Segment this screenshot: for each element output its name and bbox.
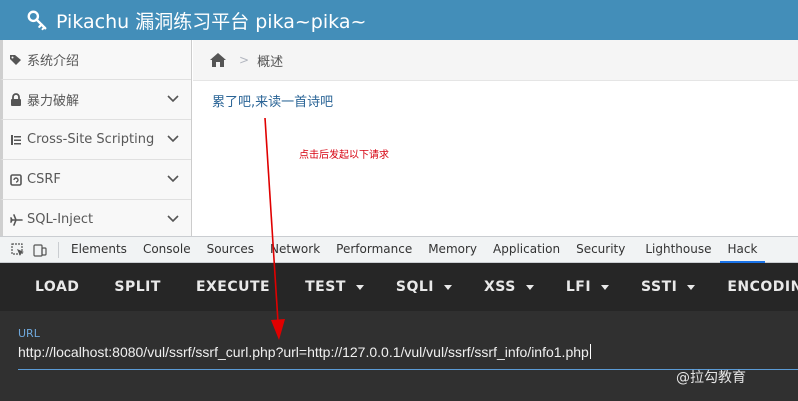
lfi-dropdown[interactable]: LFI bbox=[566, 279, 610, 295]
chevron-down-icon bbox=[167, 135, 179, 143]
caret-down-icon bbox=[355, 284, 364, 290]
refresh-icon bbox=[9, 173, 23, 187]
url-input[interactable]: http://localhost:8080/vul/ssrf/ssrf_curl… bbox=[18, 344, 591, 360]
tags-icon bbox=[9, 53, 23, 67]
screenshot-root: Pikachu 漏洞练习平台 pika~pika~ 系统介绍 暴力破解 Cros… bbox=[0, 0, 798, 401]
split-button[interactable]: SPLIT bbox=[114, 279, 161, 295]
chevron-down-icon bbox=[167, 175, 179, 183]
sidebar-item-bruteforce[interactable]: 暴力破解 bbox=[0, 80, 191, 120]
inspect-element-icon[interactable] bbox=[10, 242, 26, 258]
load-button[interactable]: LOAD bbox=[35, 279, 79, 295]
chevron-down-icon bbox=[167, 215, 179, 223]
tab-performance[interactable]: Performance bbox=[328, 236, 420, 263]
tab-hack[interactable]: Hack bbox=[719, 236, 766, 263]
sidebar-item-label: 系统介绍 bbox=[27, 54, 80, 69]
hackbar-toolbar: LOAD SPLIT EXECUTE TEST SQLI XSS LFI SST… bbox=[0, 263, 798, 311]
tab-sources[interactable]: Sources bbox=[199, 236, 262, 263]
devtools-tabbar: Elements Console Sources Network Perform… bbox=[0, 236, 798, 263]
app-title: Pikachu 漏洞练习平台 pika~pika~ bbox=[56, 10, 367, 33]
sidebar-item-sqli[interactable]: SQL-Inject bbox=[0, 200, 191, 240]
app-header: Pikachu 漏洞练习平台 pika~pika~ bbox=[0, 0, 798, 40]
caret-down-icon bbox=[444, 284, 452, 290]
caret-down-icon bbox=[525, 284, 534, 290]
caret-down-icon bbox=[601, 284, 610, 290]
watermark: @拉勾教育 bbox=[676, 370, 746, 386]
home-icon[interactable] bbox=[209, 52, 227, 68]
device-toolbar-icon[interactable] bbox=[32, 242, 48, 258]
sidebar: 系统介绍 暴力破解 Cross-Site Scripting CSRF SQL-… bbox=[0, 40, 192, 240]
breadcrumb: > 概述 bbox=[193, 40, 798, 81]
sidebar-item-xss[interactable]: Cross-Site Scripting bbox=[0, 120, 191, 160]
test-dropdown[interactable]: TEST bbox=[305, 279, 364, 295]
ssti-dropdown[interactable]: SSTI bbox=[641, 279, 696, 295]
execute-button[interactable]: EXECUTE bbox=[196, 279, 270, 295]
xss-dropdown[interactable]: XSS bbox=[484, 279, 534, 295]
sidebar-item-csrf[interactable]: CSRF bbox=[0, 160, 191, 200]
tab-lighthouse[interactable]: Lighthouse bbox=[637, 236, 719, 263]
tab-security[interactable]: Security bbox=[568, 236, 633, 263]
chevron-down-icon bbox=[167, 95, 179, 103]
text-cursor bbox=[589, 344, 591, 359]
poem-link[interactable]: 累了吧,来读一首诗吧 bbox=[212, 91, 333, 110]
sidebar-item-label: SQL-Inject bbox=[27, 212, 94, 227]
sidebar-item-label: 暴力破解 bbox=[27, 94, 80, 109]
encoding-dropdown[interactable]: ENCODING bbox=[727, 279, 798, 295]
caret-down-icon bbox=[687, 284, 696, 290]
key-icon bbox=[27, 10, 47, 31]
url-label: URL bbox=[18, 327, 40, 340]
toolbar-divider bbox=[58, 241, 59, 258]
hackbar-panel: LOAD SPLIT EXECUTE TEST SQLI XSS LFI SST… bbox=[0, 263, 798, 401]
tab-network[interactable]: Network bbox=[262, 236, 328, 263]
url-text: http://localhost:8080/vul/ssrf/ssrf_curl… bbox=[18, 344, 589, 360]
tab-console[interactable]: Console bbox=[135, 236, 199, 263]
breadcrumb-separator: > bbox=[239, 53, 250, 67]
sidebar-item-intro[interactable]: 系统介绍 bbox=[0, 40, 191, 80]
breadcrumb-current: 概述 bbox=[257, 54, 284, 70]
list-icon bbox=[9, 133, 23, 147]
tab-memory[interactable]: Memory bbox=[420, 236, 485, 263]
sqli-dropdown[interactable]: SQLI bbox=[396, 279, 452, 295]
tab-elements[interactable]: Elements bbox=[63, 236, 135, 263]
plane-icon bbox=[9, 213, 23, 227]
sidebar-item-label: Cross-Site Scripting bbox=[27, 132, 155, 147]
sidebar-item-label: CSRF bbox=[27, 172, 61, 187]
tab-application[interactable]: Application bbox=[485, 236, 568, 263]
annotation-text: 点击后发起以下请求 bbox=[299, 150, 389, 161]
lock-icon bbox=[9, 93, 23, 107]
